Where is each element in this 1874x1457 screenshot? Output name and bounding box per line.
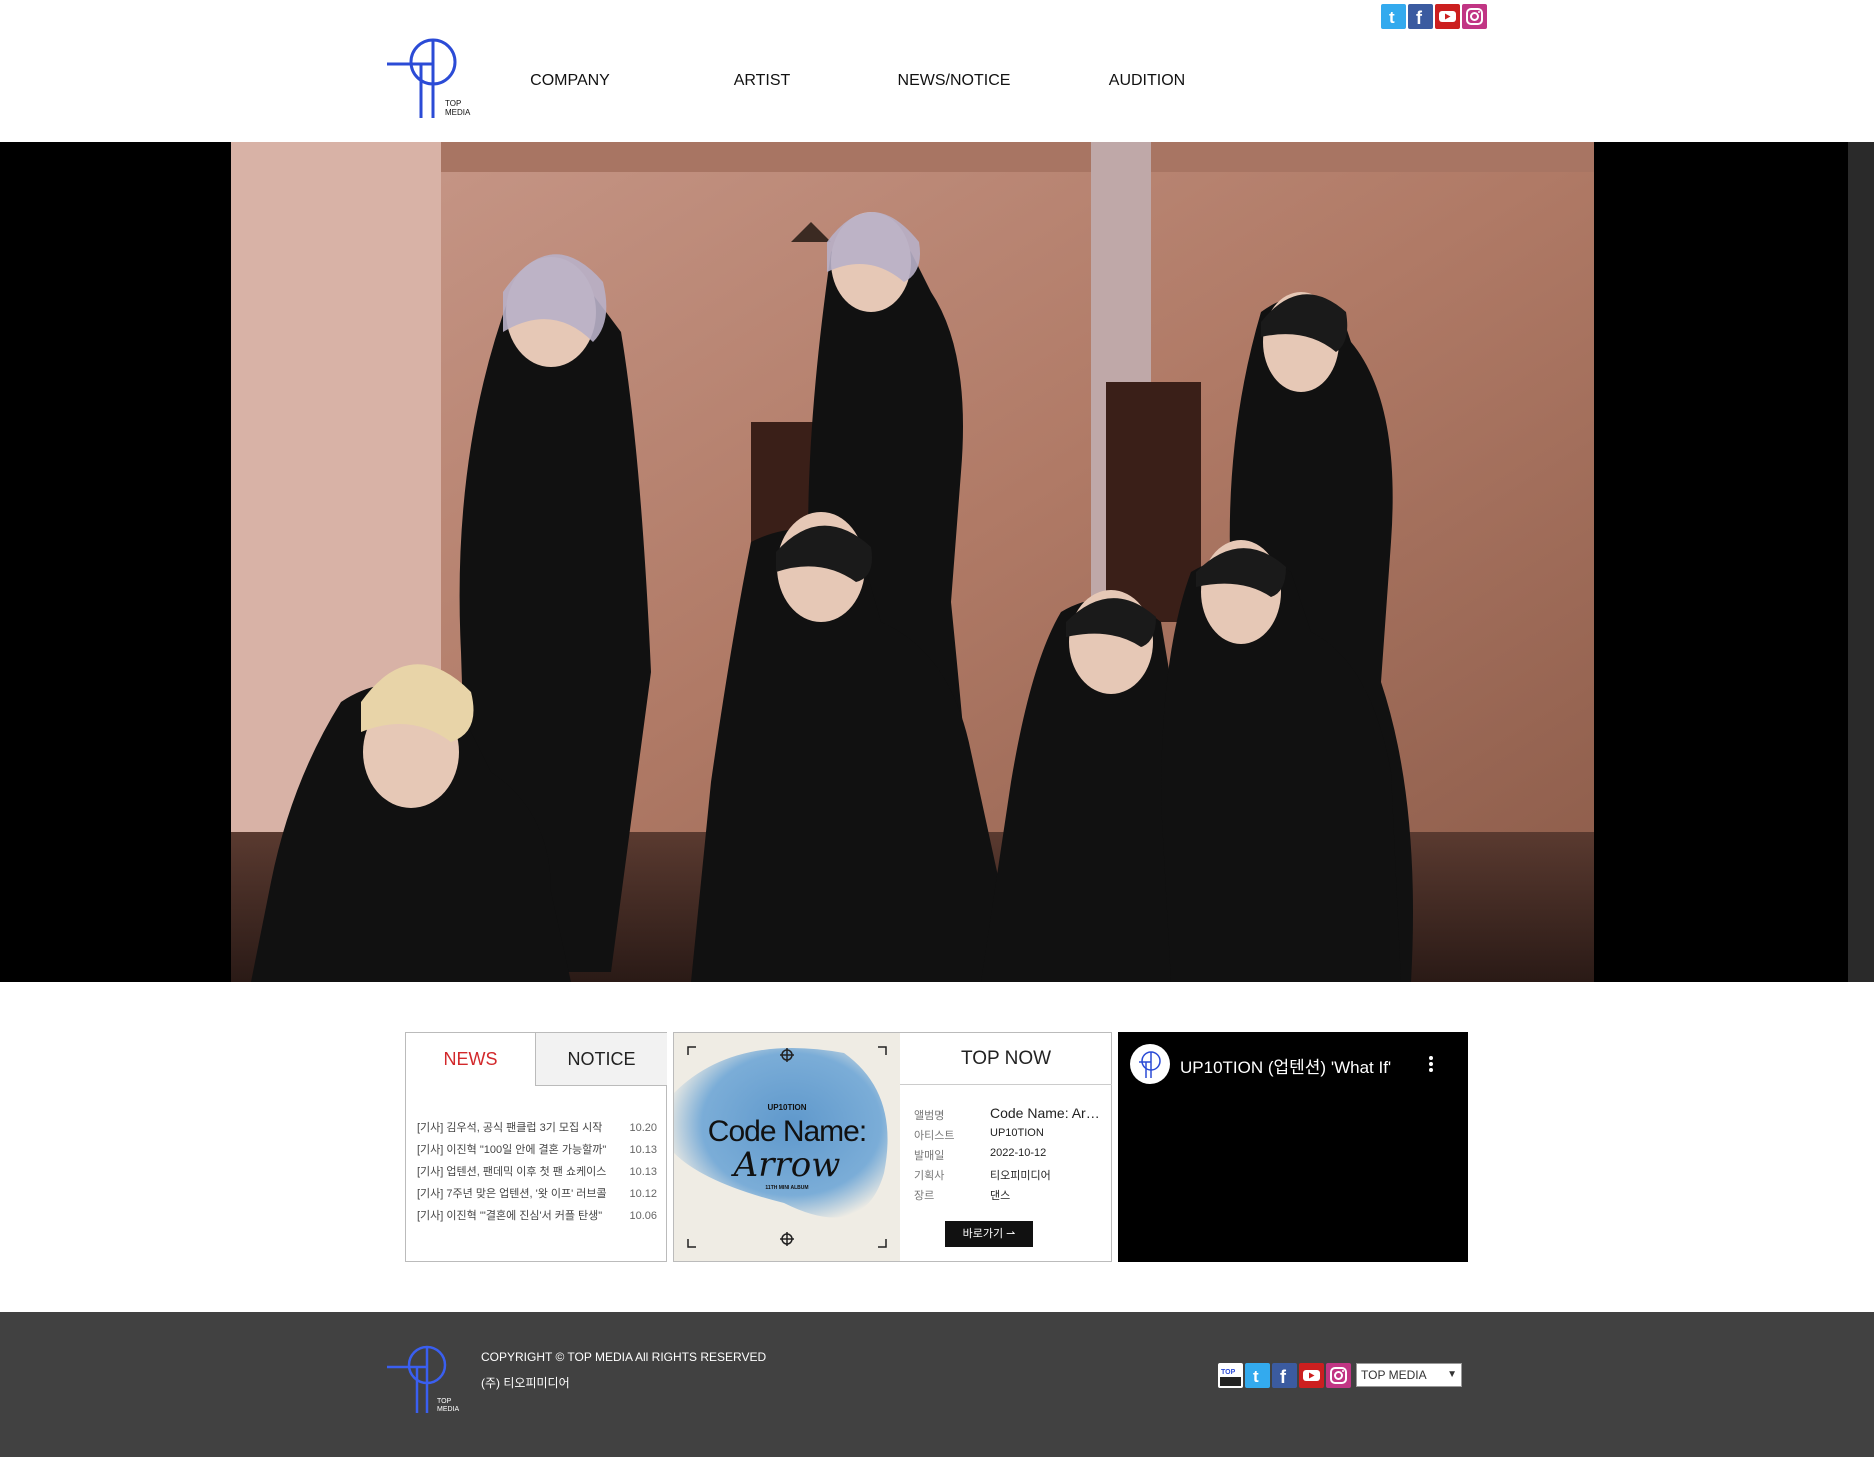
svg-text:f: f (1280, 1367, 1287, 1387)
album-info-row: 장르 댄스 (914, 1187, 1010, 1203)
album-genre-label: 장르 (914, 1190, 935, 1202)
svg-text:TOP: TOP (1221, 1369, 1236, 1376)
album-cover[interactable]: UP10TION Code Name: Arrow 11TH MINI ALBU… (674, 1033, 900, 1261)
nav-audition[interactable]: AUDITION (1072, 72, 1222, 90)
youtube-icon[interactable] (1299, 1363, 1324, 1388)
hero-banner (0, 142, 1874, 982)
main-nav: COMPANY ARTIST NEWS/NOTICE AUDITION (495, 72, 1215, 96)
nav-artist[interactable]: ARTIST (687, 72, 837, 90)
instagram-icon[interactable] (1326, 1363, 1351, 1388)
company-name: (주) 티오피미디어 (481, 1376, 570, 1390)
news-item-date: 10.13 (629, 1166, 657, 1178)
more-options-icon[interactable] (1426, 1054, 1436, 1074)
news-item-title[interactable]: [기사] 7주년 맞은 업텐션, '왓 이프' 러브콜 (417, 1183, 617, 1205)
news-item-date: 10.20 (629, 1122, 657, 1134)
nav-news-notice[interactable]: NEWS/NOTICE (879, 72, 1029, 90)
album-artist-label: 아티스트 (914, 1130, 955, 1142)
album-cover-title-1: Code Name: (707, 1115, 867, 1148)
news-item-date: 10.06 (629, 1210, 657, 1222)
nav-company[interactable]: COMPANY (495, 72, 645, 90)
album-info: TOP NOW 앨범명 Code Name: Arrow 아티스트 UP10TI… (900, 1033, 1112, 1261)
family-site-selected: TOP MEDIA (1361, 1368, 1427, 1382)
facebook-icon[interactable]: f (1408, 4, 1433, 29)
svg-text:MEDIA: MEDIA (437, 1406, 460, 1413)
news-item[interactable]: [기사] 김우석, 공식 팬클럽 3기 모집 시작 10.20 (417, 1117, 657, 1139)
album-artist-value: UP10TION (990, 1127, 1044, 1139)
tab-news[interactable]: NEWS (406, 1033, 536, 1086)
news-item-date: 10.13 (629, 1144, 657, 1156)
tab-notice[interactable]: NOTICE (536, 1033, 667, 1086)
album-name-value: Code Name: Arrow (990, 1105, 1100, 1121)
album-agency-value: 티오피미디어 (990, 1170, 1051, 1182)
hero-scroll-edge (1848, 142, 1874, 982)
news-item-title[interactable]: [기사] 이진혁 "100일 안에 결혼 가능할까" (417, 1139, 617, 1161)
family-site-select[interactable]: TOP MEDIA ▼ (1356, 1363, 1462, 1387)
album-cover-subtitle: 11TH MINI ALBUM (765, 1185, 809, 1191)
instagram-icon[interactable] (1462, 4, 1487, 29)
top-media-logo[interactable]: TOP MEDIA (385, 28, 477, 120)
album-info-row: 기획사 티오피미디어 (914, 1167, 1051, 1183)
news-item-title[interactable]: [기사] 이진혁 "'결혼에 진심'서 커플 탄생" (417, 1205, 617, 1227)
site-footer: TOP MEDIA COPYRIGHT © TOP MEDIA All RIGH… (0, 1312, 1874, 1457)
news-item-title[interactable]: [기사] 김우석, 공식 팬클럽 3기 모집 시작 (417, 1117, 617, 1139)
chevron-down-icon: ▼ (1447, 1369, 1457, 1380)
svg-text:TOP: TOP (445, 99, 461, 108)
content-panels: NEWS NOTICE [기사] 김우석, 공식 팬클럽 3기 모집 시작 10… (0, 982, 1874, 1312)
album-agency-label: 기획사 (914, 1170, 945, 1182)
footer-logo: TOP MEDIA (385, 1337, 465, 1417)
goto-button-label: 바로가기 (962, 1228, 1004, 1240)
album-cover-title-2: Arrow (733, 1145, 841, 1185)
youtube-embed[interactable]: UP10TION (업텐션) 'What If' (1118, 1032, 1468, 1262)
top-mall-icon[interactable]: TOP (1218, 1363, 1243, 1388)
svg-text:TOP: TOP (437, 1398, 452, 1405)
arrow-right-icon: ⇀ (1006, 1228, 1016, 1240)
album-cover-artist: UP10TION (767, 1103, 807, 1112)
news-item[interactable]: [기사] 업텐션, 팬데믹 이후 첫 팬 쇼케이스 10.13 (417, 1161, 657, 1183)
video-title[interactable]: UP10TION (업텐션) 'What If' (1180, 1053, 1420, 1078)
album-info-row: 아티스트 UP10TION (914, 1127, 1044, 1143)
album-info-row: 앨범명 Code Name: Arrow (914, 1105, 1100, 1123)
album-genre-value: 댄스 (990, 1190, 1011, 1202)
news-notice-box: NEWS NOTICE [기사] 김우석, 공식 팬클럽 3기 모집 시작 10… (405, 1032, 667, 1262)
twitter-icon[interactable]: t (1381, 4, 1406, 29)
facebook-icon[interactable]: f (1272, 1363, 1297, 1388)
news-item-title[interactable]: [기사] 업텐션, 팬데믹 이후 첫 팬 쇼케이스 (417, 1161, 617, 1183)
youtube-icon[interactable] (1435, 4, 1460, 29)
news-item[interactable]: [기사] 이진혁 "100일 안에 결혼 가능할까" 10.13 (417, 1139, 657, 1161)
channel-avatar[interactable] (1130, 1044, 1170, 1084)
copyright-text: COPYRIGHT © TOP MEDIA All RIGHTS RESERVE… (481, 1350, 767, 1364)
top-now-album-box: UP10TION Code Name: Arrow 11TH MINI ALBU… (673, 1032, 1112, 1262)
news-item[interactable]: [기사] 7주년 맞은 업텐션, '왓 이프' 러브콜 10.12 (417, 1183, 657, 1205)
svg-text:t: t (1389, 8, 1395, 27)
album-name-label: 앨범명 (914, 1110, 945, 1122)
svg-text:t: t (1253, 1367, 1259, 1386)
svg-text:f: f (1416, 8, 1423, 28)
hero-group-photo (231, 142, 1594, 982)
goto-button[interactable]: 바로가기 ⇀ (945, 1221, 1033, 1247)
top-now-title: TOP NOW (900, 1033, 1112, 1085)
svg-text:MEDIA: MEDIA (445, 108, 471, 117)
album-info-row: 발매일 2022-10-12 (914, 1147, 1046, 1163)
news-list: [기사] 김우석, 공식 팬클럽 3기 모집 시작 10.20 [기사] 이진혁… (417, 1117, 657, 1227)
news-item-date: 10.12 (629, 1188, 657, 1200)
site-header: TOP MEDIA COMPANY ARTIST NEWS/NOTICE AUD… (0, 0, 1874, 142)
album-release-value: 2022-10-12 (990, 1147, 1047, 1159)
twitter-icon[interactable]: t (1245, 1363, 1270, 1388)
album-release-label: 발매일 (914, 1150, 945, 1162)
news-item[interactable]: [기사] 이진혁 "'결혼에 진심'서 커플 탄생" 10.06 (417, 1205, 657, 1227)
